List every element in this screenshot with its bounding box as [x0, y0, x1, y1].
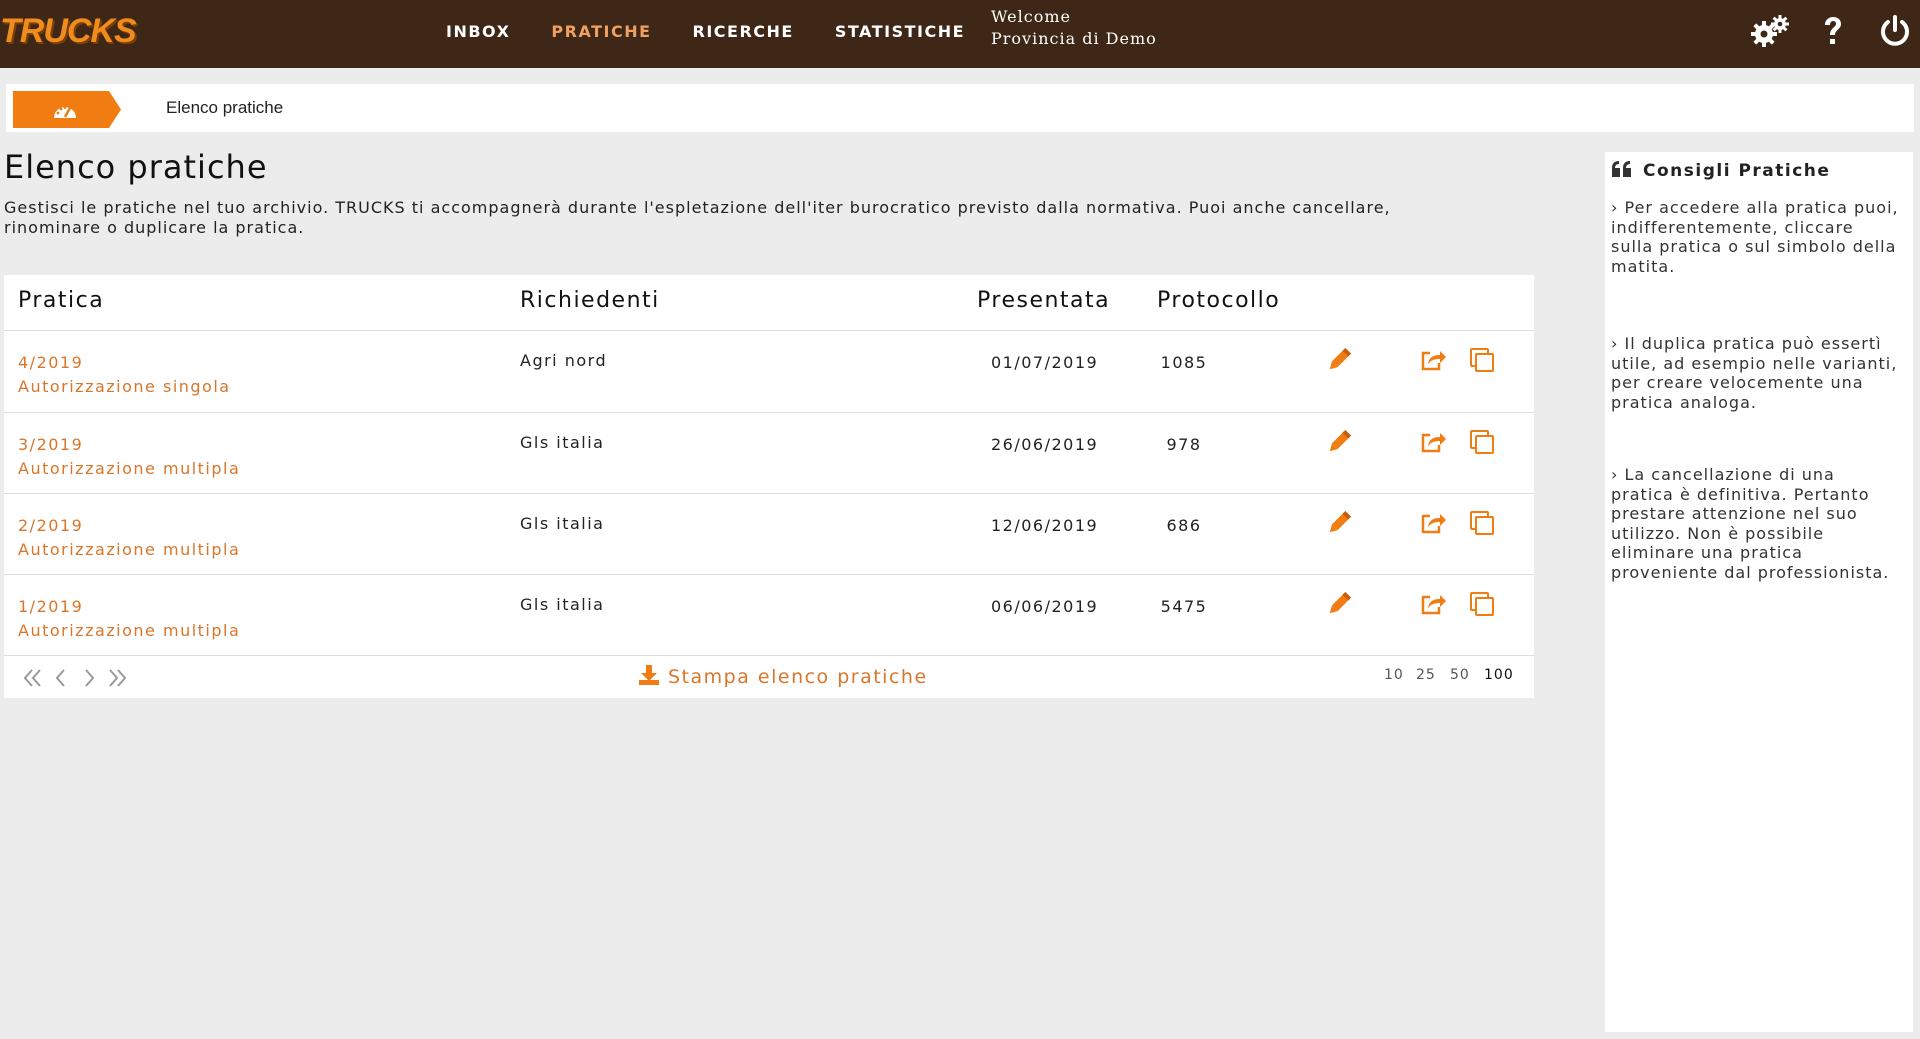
pratica-type-link[interactable]: Autorizzazione multipla: [18, 621, 240, 640]
protocol-number: 1085: [1160, 353, 1208, 372]
page-size-100[interactable]: 100: [1484, 667, 1514, 683]
protocol-number: 978: [1166, 435, 1202, 454]
edit-pencil-icon[interactable]: [1324, 589, 1354, 619]
pratica-number-link[interactable]: 1/2019: [18, 597, 83, 616]
applicant: Gls italia: [520, 514, 605, 533]
share-icon[interactable]: [1418, 427, 1448, 457]
page-description: Gestisci le pratiche nel tuo archivio. T…: [4, 198, 1391, 237]
applicant: Gls italia: [520, 433, 605, 452]
table-row[interactable]: 1/2019 Autorizzazione multipla Gls itali…: [4, 574, 1534, 656]
top-navigation-bar: TRUCKS INBOX PRATICHE RICERCHE STATISTIC…: [0, 0, 1920, 68]
table-footer: Stampa elenco pratiche 10 25 50 100: [4, 655, 1534, 698]
breadcrumb-current: Elenco pratiche: [166, 98, 284, 117]
duplicate-icon[interactable]: [1467, 508, 1497, 538]
duplicate-icon[interactable]: [1467, 589, 1497, 619]
nav-pratiche[interactable]: PRATICHE: [551, 22, 651, 41]
download-icon: [638, 664, 660, 690]
submission-date: 01/07/2019: [991, 353, 1099, 372]
tips-panel: Consigli Pratiche › Per accedere alla pr…: [1605, 152, 1913, 1032]
edit-pencil-icon[interactable]: [1324, 427, 1354, 457]
welcome-label: Welcome: [991, 7, 1071, 26]
share-icon[interactable]: [1418, 508, 1448, 538]
power-icon[interactable]: [1878, 14, 1912, 52]
table-row[interactable]: 4/2019 Autorizzazione singola Agri nord …: [4, 330, 1534, 412]
breadcrumb-home[interactable]: [13, 91, 121, 128]
help-icon[interactable]: [1822, 16, 1844, 52]
duplicate-icon[interactable]: [1467, 427, 1497, 457]
page-size-25[interactable]: 25: [1416, 667, 1436, 683]
pratica-type-link[interactable]: Autorizzazione multipla: [18, 459, 240, 478]
welcome-block: Welcome Provincia di Demo: [991, 6, 1157, 50]
column-header-protocollo[interactable]: Protocollo: [1157, 288, 1280, 313]
organization-name: Provincia di Demo: [991, 29, 1157, 48]
pratica-number-link[interactable]: 2/2019: [18, 516, 83, 535]
duplicate-icon[interactable]: [1467, 345, 1497, 375]
pratica-type-link[interactable]: Autorizzazione singola: [18, 377, 231, 396]
nav-ricerche[interactable]: RICERCHE: [693, 22, 794, 41]
previous-page-icon[interactable]: [54, 668, 68, 692]
tip-item: › Per accedere alla pratica puoi, indiff…: [1611, 198, 1899, 276]
column-header-pratica[interactable]: Pratica: [18, 288, 104, 313]
table-row[interactable]: 3/2019 Autorizzazione multipla Gls itali…: [4, 412, 1534, 494]
column-header-richiedenti[interactable]: Richiedenti: [520, 288, 660, 313]
next-page-icon[interactable]: [82, 668, 96, 692]
pratica-type-link[interactable]: Autorizzazione multipla: [18, 540, 240, 559]
page-title: Elenco pratiche: [4, 148, 268, 186]
submission-date: 26/06/2019: [991, 435, 1099, 454]
protocol-number: 686: [1166, 516, 1202, 535]
nav-statistiche[interactable]: STATISTICHE: [835, 22, 965, 41]
share-icon[interactable]: [1418, 589, 1448, 619]
page-size-10[interactable]: 10: [1384, 667, 1404, 683]
dashboard-icon: [52, 100, 78, 124]
quote-icon: [1611, 160, 1633, 182]
tips-header: Consigli Pratiche: [1611, 160, 1830, 182]
main-nav: INBOX PRATICHE RICERCHE STATISTICHE: [446, 0, 1006, 62]
edit-pencil-icon[interactable]: [1324, 508, 1354, 538]
app-logo[interactable]: TRUCKS: [0, 12, 137, 51]
applicant: Gls italia: [520, 595, 605, 614]
tip-item: › Il duplica pratica può essertì utile, …: [1611, 334, 1898, 412]
tip-item: › La cancellazione di una pratica è defi…: [1611, 465, 1890, 582]
protocol-number: 5475: [1160, 597, 1208, 616]
print-list-label: Stampa elenco pratiche: [668, 666, 928, 688]
nav-inbox[interactable]: INBOX: [446, 22, 510, 41]
pratica-number-link[interactable]: 4/2019: [18, 353, 83, 372]
print-list-button[interactable]: Stampa elenco pratiche: [638, 664, 928, 690]
tips-title: Consigli Pratiche: [1643, 161, 1831, 181]
first-page-icon[interactable]: [22, 668, 44, 692]
applicant: Agri nord: [520, 351, 608, 370]
last-page-icon[interactable]: [106, 668, 128, 692]
settings-icon[interactable]: [1750, 14, 1790, 54]
breadcrumb: Elenco pratiche: [6, 84, 1914, 132]
column-header-presentata[interactable]: Presentata: [977, 288, 1110, 313]
submission-date: 06/06/2019: [991, 597, 1099, 616]
share-icon[interactable]: [1418, 345, 1448, 375]
page-size-50[interactable]: 50: [1450, 667, 1470, 683]
edit-pencil-icon[interactable]: [1324, 345, 1354, 375]
pratica-number-link[interactable]: 3/2019: [18, 435, 83, 454]
table-row[interactable]: 2/2019 Autorizzazione multipla Gls itali…: [4, 493, 1534, 575]
submission-date: 12/06/2019: [991, 516, 1099, 535]
